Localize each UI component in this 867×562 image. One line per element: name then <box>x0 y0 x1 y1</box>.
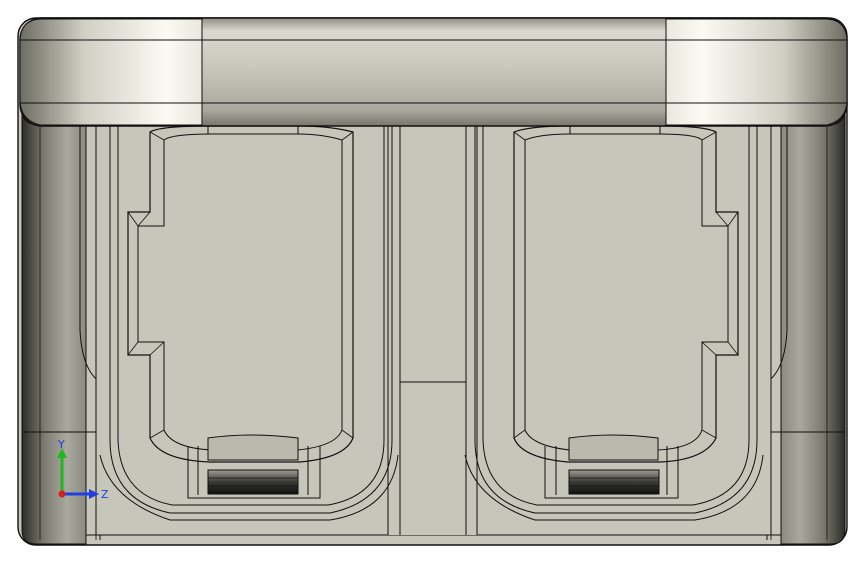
part-model-view[interactable] <box>0 0 867 562</box>
y-axis-label: Y <box>57 438 65 451</box>
center-divider <box>387 125 478 535</box>
cad-viewport[interactable]: Y Z <box>0 0 867 562</box>
z-axis-label: Z <box>101 488 109 501</box>
right-latch-slot <box>568 469 660 495</box>
top-rounded-bar <box>19 17 848 127</box>
x-axis-origin <box>58 490 66 498</box>
left-latch-slot <box>207 469 299 495</box>
axis-triad: Y Z <box>57 438 109 501</box>
